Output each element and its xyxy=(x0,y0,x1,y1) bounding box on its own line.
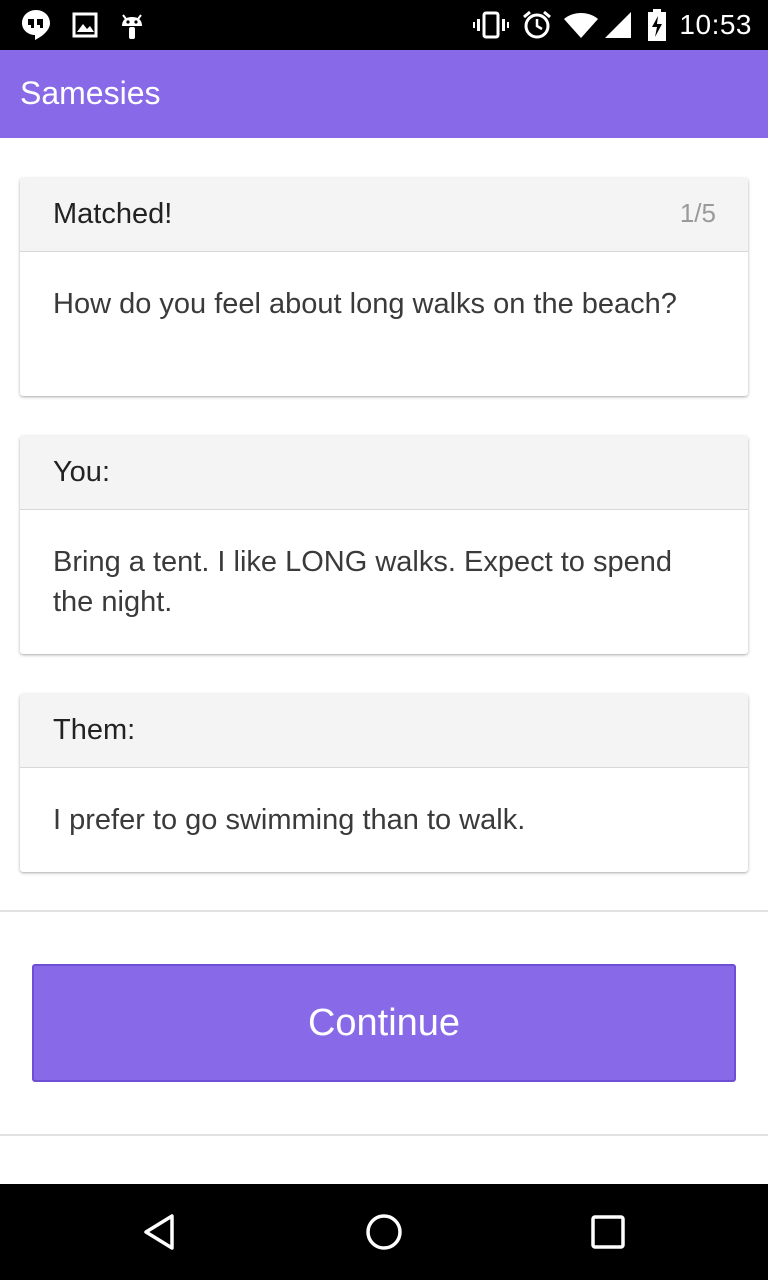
app-title: Samesies xyxy=(20,75,161,111)
signal-icon xyxy=(602,0,634,50)
match-status-label: Matched! xyxy=(53,198,173,230)
vibrate-icon xyxy=(472,0,510,50)
question-text: How do you feel about long walks on the … xyxy=(53,288,677,320)
card-header: Matched! 1/5 xyxy=(20,178,748,252)
home-icon[interactable] xyxy=(336,1184,432,1280)
back-icon[interactable] xyxy=(112,1184,208,1280)
continue-button[interactable]: Continue xyxy=(32,964,736,1082)
their-answer-label: Them: xyxy=(53,714,136,746)
recents-icon[interactable] xyxy=(560,1184,656,1280)
card-header: Them: xyxy=(20,694,748,768)
question-card: Matched! 1/5 How do you feel about long … xyxy=(20,178,748,396)
alarm-icon xyxy=(520,0,554,50)
question-counter: 1/5 xyxy=(679,198,716,228)
battery-charging-icon xyxy=(644,0,670,50)
image-icon xyxy=(70,0,100,50)
navigation-bar xyxy=(0,1184,768,1280)
status-time: 10:53 xyxy=(679,9,752,40)
their-answer-card: Them: I prefer to go swimming than to wa… xyxy=(20,694,748,872)
divider xyxy=(0,910,768,912)
app-bar: Samesies xyxy=(0,50,768,138)
your-answer-label: You: xyxy=(53,456,110,488)
divider xyxy=(0,1134,768,1136)
card-header: You: xyxy=(20,436,748,510)
their-answer-text: I prefer to go swimming than to walk. xyxy=(53,804,526,836)
hangouts-icon xyxy=(20,0,52,50)
your-answer-card: You: Bring a tent. I like LONG walks. Ex… xyxy=(20,436,748,654)
status-bar: 10:53 xyxy=(0,0,768,50)
android-debug-icon xyxy=(118,0,146,50)
wifi-icon xyxy=(562,0,600,50)
your-answer-text: Bring a tent. I like LONG walks. Expect … xyxy=(53,546,672,618)
